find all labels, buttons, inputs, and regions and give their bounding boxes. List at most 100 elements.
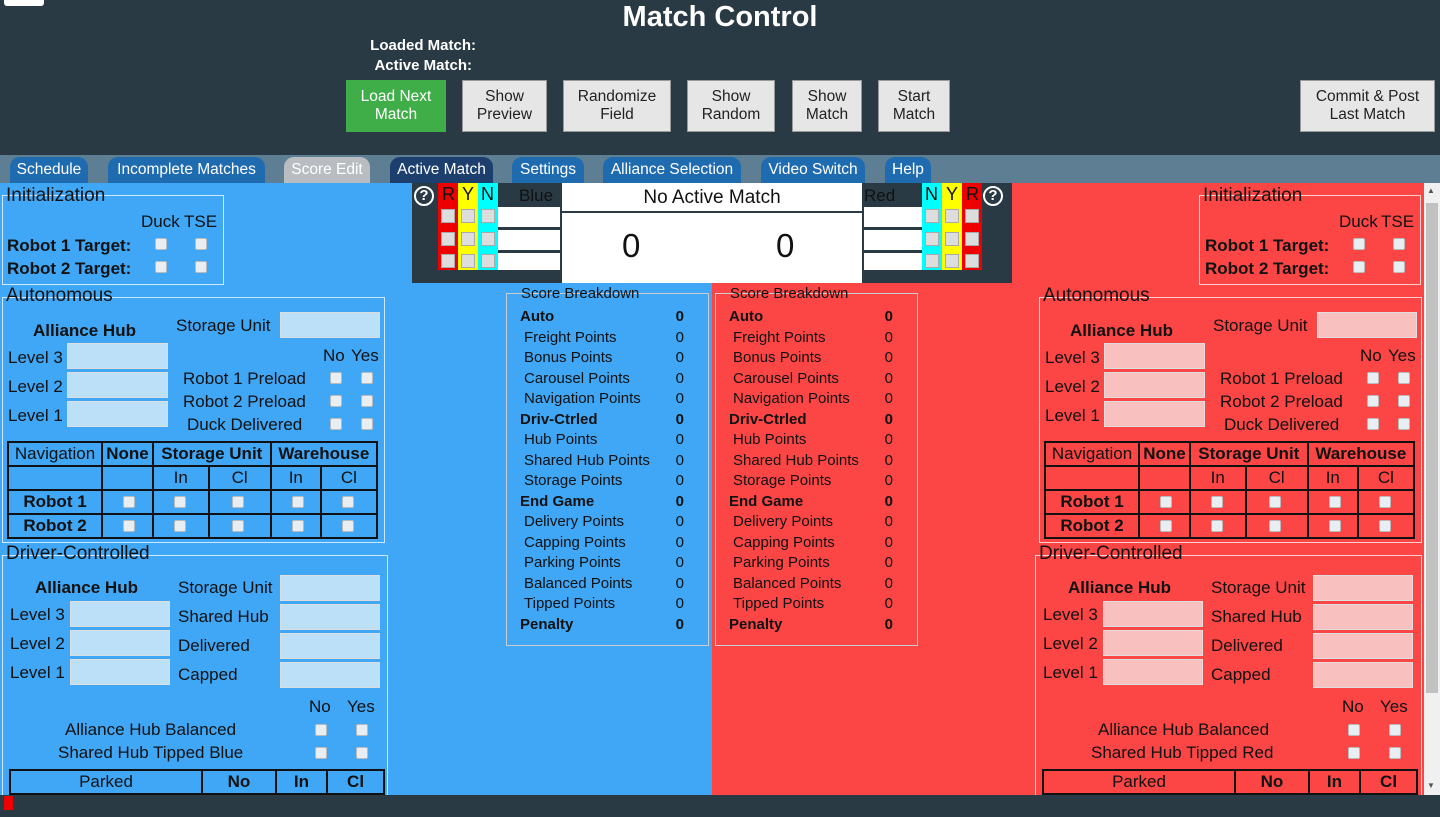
cb[interactable] (1268, 496, 1281, 508)
tab-alliance-selection[interactable]: Alliance Selection (603, 157, 741, 183)
cb[interactable] (441, 254, 455, 268)
cb[interactable] (1160, 496, 1173, 508)
r1-preload-no[interactable] (1367, 372, 1379, 384)
auto-storage-input[interactable] (280, 312, 380, 338)
red-help-icon[interactable]: ? (983, 186, 1003, 206)
cb[interactable] (461, 232, 475, 246)
cb[interactable] (1378, 496, 1391, 508)
auto-level1-input[interactable] (1104, 401, 1205, 427)
vertical-scrollbar[interactable]: ▲ ▼ (1424, 183, 1440, 795)
r2-preload-no[interactable] (330, 395, 342, 407)
tab-settings[interactable]: Settings (512, 157, 584, 183)
r1-duck-checkbox[interactable] (155, 238, 167, 250)
cb[interactable] (231, 520, 244, 532)
driver-l1-input[interactable] (70, 659, 170, 685)
r1-tse-checkbox[interactable] (195, 238, 207, 250)
cb[interactable] (461, 254, 475, 268)
auto-level2-input[interactable] (1104, 372, 1205, 398)
cb[interactable] (1160, 520, 1173, 532)
blue-team3-field[interactable] (498, 253, 560, 270)
cb[interactable] (123, 496, 136, 508)
duck-no[interactable] (1367, 418, 1379, 430)
red-team3-field[interactable] (864, 253, 922, 270)
r2-preload-yes[interactable] (1398, 395, 1410, 407)
r2-duck-checkbox[interactable] (155, 261, 167, 273)
r1-tse-checkbox[interactable] (1393, 238, 1405, 250)
balanced-yes[interactable] (356, 724, 368, 736)
r2-preload-yes[interactable] (361, 395, 373, 407)
cb[interactable] (1210, 496, 1223, 508)
driver-l2-input[interactable] (1103, 630, 1203, 656)
cb[interactable] (481, 232, 495, 246)
show-random-button[interactable]: Show Random (687, 80, 775, 132)
blue-help-icon[interactable]: ? (414, 186, 434, 206)
randomize-field-button[interactable]: Randomize Field (563, 80, 671, 132)
driver-l3-input[interactable] (70, 601, 170, 627)
cb[interactable] (173, 496, 186, 508)
red-team1-field[interactable] (864, 207, 922, 227)
cb[interactable] (925, 209, 939, 223)
r2-tse-checkbox[interactable] (195, 261, 207, 273)
red-team2-field[interactable] (864, 230, 922, 250)
r2-duck-checkbox[interactable] (1353, 261, 1365, 273)
cb[interactable] (1268, 520, 1281, 532)
cb[interactable] (341, 520, 354, 532)
duck-yes[interactable] (1398, 418, 1410, 430)
cb[interactable] (481, 209, 495, 223)
scroll-up-icon[interactable]: ▲ (1427, 186, 1435, 195)
load-next-match-button[interactable]: Load Next Match (346, 80, 446, 132)
r1-preload-yes[interactable] (361, 372, 373, 384)
tab-active-match[interactable]: Active Match (390, 157, 493, 183)
cb[interactable] (291, 520, 304, 532)
tab-video-switch[interactable]: Video Switch (761, 157, 865, 183)
cb[interactable] (1328, 520, 1341, 532)
cb[interactable] (231, 496, 244, 508)
driver-l3-input[interactable] (1103, 601, 1203, 627)
auto-level2-input[interactable] (67, 372, 168, 398)
start-match-button[interactable]: Start Match (878, 80, 950, 132)
shared-hub-input[interactable] (1313, 604, 1413, 630)
duck-no[interactable] (330, 418, 342, 430)
cb[interactable] (1328, 496, 1341, 508)
tipped-yes[interactable] (356, 747, 368, 759)
r2-preload-no[interactable] (1367, 395, 1379, 407)
cb[interactable] (123, 520, 136, 532)
show-preview-button[interactable]: Show Preview (462, 80, 547, 132)
cb[interactable] (965, 254, 979, 268)
blue-team1-field[interactable] (498, 207, 560, 227)
tab-schedule[interactable]: Schedule (10, 157, 88, 183)
cb[interactable] (965, 209, 979, 223)
balanced-yes[interactable] (1389, 724, 1401, 736)
cb[interactable] (965, 232, 979, 246)
balanced-no[interactable] (315, 724, 327, 736)
auto-level3-input[interactable] (67, 343, 168, 369)
cb[interactable] (441, 209, 455, 223)
driver-storage-input[interactable] (1313, 575, 1413, 601)
auto-storage-input[interactable] (1317, 312, 1417, 338)
cb[interactable] (461, 209, 475, 223)
cb[interactable] (925, 232, 939, 246)
r1-preload-yes[interactable] (1398, 372, 1410, 384)
tipped-no[interactable] (315, 747, 327, 759)
duck-yes[interactable] (361, 418, 373, 430)
r1-duck-checkbox[interactable] (1353, 238, 1365, 250)
capped-input[interactable] (280, 662, 380, 688)
cb[interactable] (945, 254, 959, 268)
delivered-input[interactable] (1313, 633, 1413, 659)
cb[interactable] (945, 232, 959, 246)
scroll-down-icon[interactable]: ▼ (1427, 781, 1435, 790)
cb[interactable] (945, 209, 959, 223)
shared-hub-input[interactable] (280, 604, 380, 630)
cb[interactable] (1210, 520, 1223, 532)
auto-level1-input[interactable] (67, 401, 168, 427)
driver-l1-input[interactable] (1103, 659, 1203, 685)
commit-post-button[interactable]: Commit & Post Last Match (1300, 80, 1435, 132)
r1-preload-no[interactable] (330, 372, 342, 384)
capped-input[interactable] (1313, 662, 1413, 688)
tab-help[interactable]: Help (885, 157, 931, 183)
driver-storage-input[interactable] (280, 575, 380, 601)
tipped-yes[interactable] (1389, 747, 1401, 759)
tab-incomplete-matches[interactable]: Incomplete Matches (108, 157, 265, 183)
cb[interactable] (291, 496, 304, 508)
scroll-thumb[interactable] (1426, 203, 1438, 693)
